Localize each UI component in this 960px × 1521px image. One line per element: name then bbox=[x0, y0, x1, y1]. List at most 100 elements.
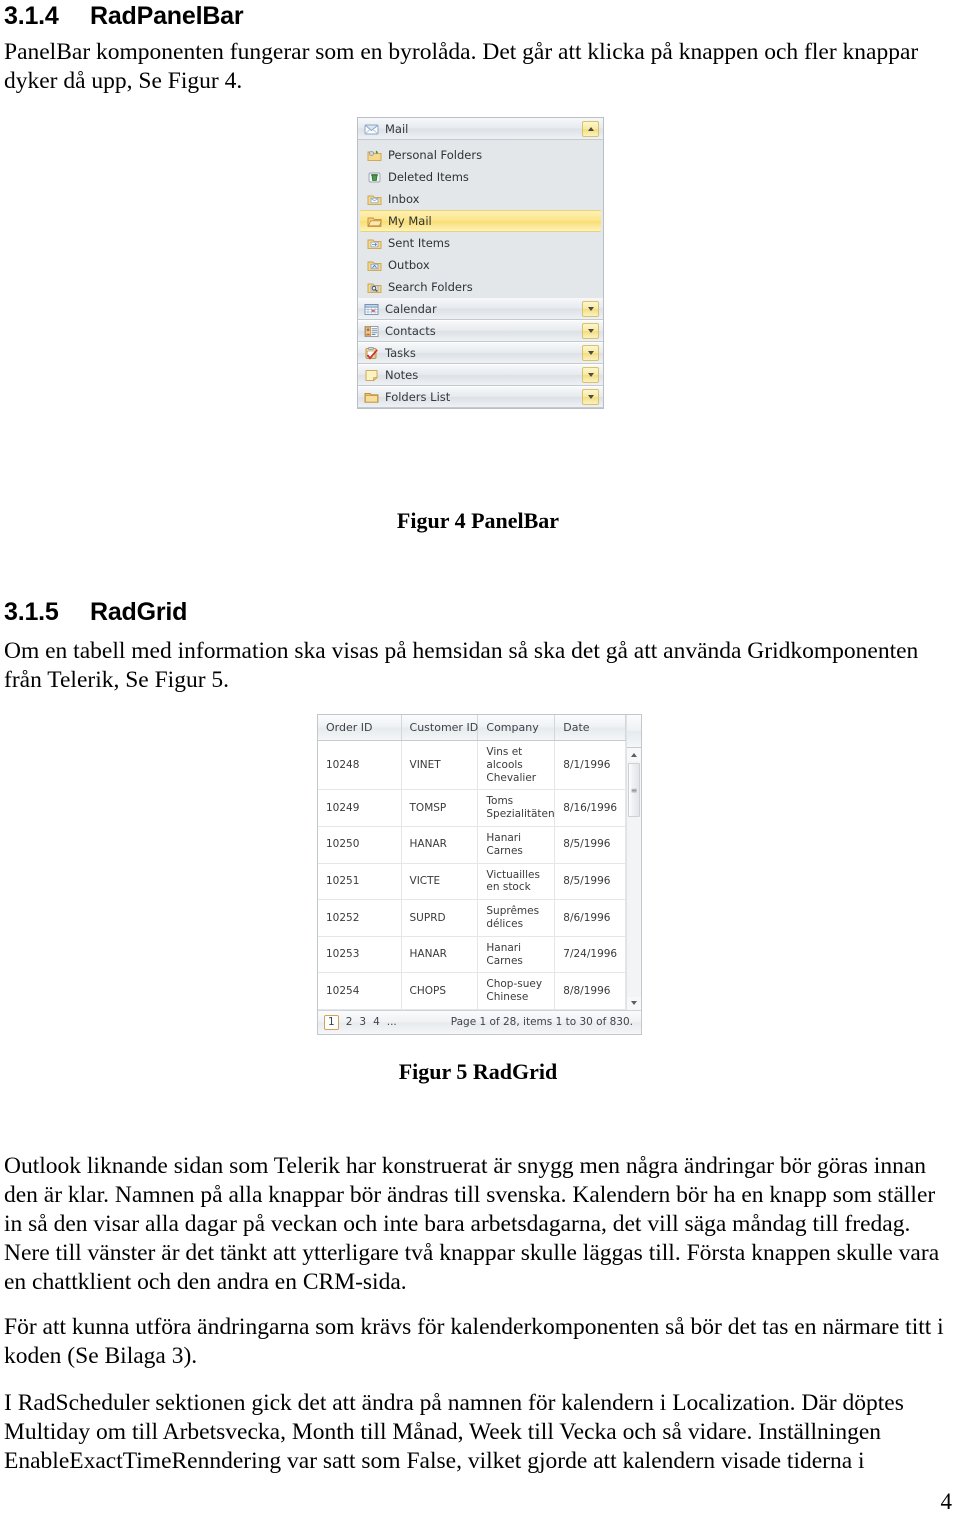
pager-page-4[interactable]: 4 bbox=[373, 1016, 380, 1028]
cell-order-id: 10252 bbox=[318, 899, 402, 937]
notes-icon bbox=[364, 368, 379, 382]
panelbar-item-label: Outbox bbox=[388, 258, 430, 272]
panelbar-item-outbox[interactable]: Outbox bbox=[358, 254, 603, 276]
radgrid-vertical-scrollbar[interactable]: ≡ bbox=[626, 715, 641, 1010]
panelbar-collapse-toggle-mail[interactable] bbox=[582, 120, 599, 137]
chevron-down-icon bbox=[587, 329, 594, 333]
table-row[interactable]: 10251 VICTE Victuailles en stock 8/5/199… bbox=[318, 863, 626, 901]
scroll-up-arrow-icon bbox=[631, 752, 637, 757]
panelbar-item-personal-folders[interactable]: Personal Folders bbox=[358, 144, 603, 166]
panelbar-item-label: My Mail bbox=[388, 214, 432, 228]
pager-page-3[interactable]: 3 bbox=[359, 1016, 366, 1028]
table-row[interactable]: 10250 HANAR Hanari Carnes 8/5/1996 bbox=[318, 826, 626, 864]
table-row[interactable]: 10253 HANAR Hanari Carnes 7/24/1996 bbox=[318, 936, 626, 974]
cell-company: Vins et alcools Chevalier bbox=[477, 740, 556, 791]
section-paragraph-3-1-4: PanelBar komponenten fungerar som en byr… bbox=[4, 39, 919, 95]
cell-order-id: 10254 bbox=[318, 972, 402, 1010]
page-number: 4 bbox=[940, 1489, 953, 1514]
body-paragraph-1: Outlook liknande sidan som Telerik har k… bbox=[4, 1153, 940, 1296]
scroll-up-button[interactable] bbox=[627, 748, 641, 761]
tasks-icon bbox=[364, 346, 379, 360]
radpanelbar-widget[interactable]: Mail Personal Folders Deleted Items Inbo… bbox=[357, 117, 604, 409]
contacts-icon bbox=[364, 324, 379, 338]
cell-date: 8/6/1996 bbox=[554, 899, 626, 937]
section-number: 3.1.5 bbox=[4, 598, 59, 626]
table-row[interactable]: 10254 CHOPS Chop-suey Chinese 8/8/1996 bbox=[318, 972, 626, 1010]
panelbar-expand-toggle-contacts[interactable] bbox=[582, 323, 599, 339]
panelbar-item-my-mail[interactable]: My Mail bbox=[360, 210, 601, 232]
panelbar-group-label: Folders List bbox=[385, 390, 451, 404]
panelbar-group-header-contacts[interactable]: Contacts bbox=[358, 320, 603, 342]
panelbar-item-deleted-items[interactable]: Deleted Items bbox=[358, 166, 603, 188]
radgrid-table-container: Order ID Customer ID Company Date 10248 … bbox=[318, 715, 626, 1010]
panelbar-expand-toggle-notes[interactable] bbox=[582, 367, 599, 383]
table-row[interactable]: 10249 TOMSP Toms Spezialitäten 8/16/1996 bbox=[318, 789, 626, 827]
panelbar-group-label: Notes bbox=[385, 368, 419, 382]
column-header-order-id[interactable]: Order ID bbox=[318, 715, 402, 741]
cell-company: Suprêmes délices bbox=[477, 899, 556, 937]
radgrid-widget[interactable]: Order ID Customer ID Company Date 10248 … bbox=[317, 714, 642, 1035]
folder-icon bbox=[364, 390, 379, 404]
panelbar-expand-toggle-tasks[interactable] bbox=[582, 345, 599, 361]
pager-page-more[interactable]: ... bbox=[387, 1016, 397, 1028]
panelbar-expand-toggle-folders-list[interactable] bbox=[582, 389, 599, 405]
table-row[interactable]: 10248 VINET Vins et alcools Chevalier 8/… bbox=[318, 740, 626, 791]
personal-folders-icon bbox=[367, 148, 382, 162]
panelbar-group-label: Tasks bbox=[385, 346, 416, 360]
cell-customer-id: HANAR bbox=[401, 936, 479, 974]
panelbar-group-label: Calendar bbox=[385, 301, 437, 316]
panelbar-group-header-calendar[interactable]: Calendar bbox=[358, 298, 603, 320]
section-heading-3-1-4: 3.1.4 RadPanelBar bbox=[4, 2, 956, 31]
section-title: RadPanelBar bbox=[90, 2, 244, 30]
panelbar-group-header-folders-list[interactable]: Folders List bbox=[358, 386, 603, 408]
pager-page-1[interactable]: 1 bbox=[324, 1014, 339, 1030]
cell-date: 8/5/1996 bbox=[554, 863, 626, 901]
panelbar-item-sent-items[interactable]: Sent Items bbox=[358, 232, 603, 254]
table-row[interactable]: 10252 SUPRD Suprêmes délices 8/6/1996 bbox=[318, 899, 626, 937]
column-header-company[interactable]: Company bbox=[477, 715, 556, 741]
table-header-row: Order ID Customer ID Company Date bbox=[318, 715, 626, 741]
cell-date: 7/24/1996 bbox=[554, 936, 626, 974]
pager-page-2[interactable]: 2 bbox=[346, 1016, 353, 1028]
pager-page-links: 1 2 3 4 ... bbox=[324, 1014, 397, 1030]
cell-order-id: 10250 bbox=[318, 826, 402, 864]
scroll-down-button[interactable] bbox=[627, 996, 641, 1010]
mail-icon bbox=[364, 122, 379, 136]
panelbar-group-label: Mail bbox=[385, 121, 409, 136]
radgrid-pager: 1 2 3 4 ... Page 1 of 28, items 1 to 30 … bbox=[318, 1009, 641, 1034]
radgrid-table: Order ID Customer ID Company Date 10248 … bbox=[318, 715, 626, 1010]
cell-order-id: 10253 bbox=[318, 936, 402, 974]
chevron-down-icon bbox=[587, 373, 594, 377]
cell-company: Toms Spezialitäten bbox=[477, 789, 556, 827]
scrollbar-track[interactable]: ≡ bbox=[627, 761, 641, 997]
chevron-up-icon bbox=[587, 126, 594, 131]
panelbar-item-search-folders[interactable]: Search Folders bbox=[358, 276, 603, 298]
body-paragraph-3: I RadScheduler sektionen gick det att än… bbox=[4, 1390, 904, 1475]
panelbar-item-label: Inbox bbox=[388, 192, 420, 206]
cell-company: Hanari Carnes bbox=[477, 826, 556, 864]
panelbar-item-inbox[interactable]: Inbox bbox=[358, 188, 603, 210]
calendar-icon bbox=[364, 302, 379, 316]
outbox-icon bbox=[367, 258, 382, 272]
cell-date: 8/5/1996 bbox=[554, 826, 626, 864]
cell-date: 8/8/1996 bbox=[554, 972, 626, 1010]
cell-customer-id: SUPRD bbox=[401, 899, 479, 937]
panelbar-group-header-tasks[interactable]: Tasks bbox=[358, 342, 603, 364]
sent-items-icon bbox=[367, 236, 382, 250]
panelbar-item-label: Deleted Items bbox=[388, 170, 469, 184]
column-header-date[interactable]: Date bbox=[554, 715, 626, 741]
scrollbar-thumb[interactable]: ≡ bbox=[628, 763, 640, 817]
scroll-down-arrow-icon bbox=[631, 1001, 637, 1006]
panelbar-group-label: Contacts bbox=[385, 324, 436, 338]
panelbar-group-header-notes[interactable]: Notes bbox=[358, 364, 603, 386]
pager-info-text: Page 1 of 28, items 1 to 30 of 830. bbox=[450, 1016, 633, 1029]
cell-customer-id: TOMSP bbox=[401, 789, 479, 827]
cell-order-id: 10251 bbox=[318, 863, 402, 901]
cell-date: 8/1/1996 bbox=[554, 740, 626, 791]
panelbar-group-header-mail[interactable]: Mail bbox=[358, 118, 603, 140]
cell-company: Victuailles en stock bbox=[477, 863, 556, 901]
panelbar-expand-toggle-calendar[interactable] bbox=[582, 300, 599, 317]
cell-order-id: 10248 bbox=[318, 740, 402, 791]
column-header-customer-id[interactable]: Customer ID bbox=[401, 715, 479, 741]
cell-customer-id: VINET bbox=[401, 740, 479, 791]
